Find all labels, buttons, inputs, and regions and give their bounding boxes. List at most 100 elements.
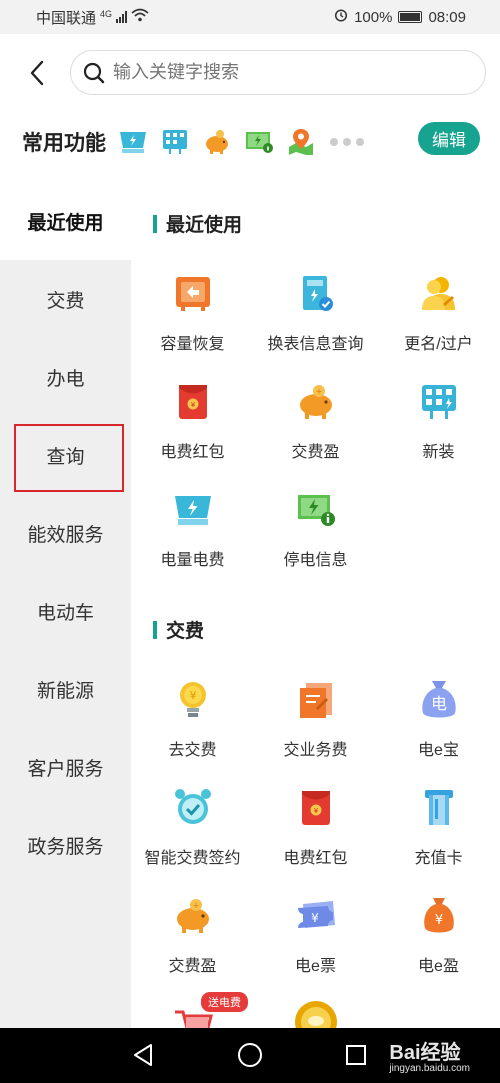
clock: 08:09 [428,8,466,26]
lightbulb-icon: ¥ [169,676,217,724]
svg-text:电: 电 [430,694,446,713]
sidebar-item-customer-service[interactable]: 客户服务 [0,728,131,806]
coin-bag-icon: ¥ [415,892,463,940]
map-pin-icon[interactable] [284,125,318,159]
status-left: 中国联通 4G [36,7,149,28]
tile-coin[interactable] [254,992,377,1028]
category-sidebar: 最近使用 交费 办电 查询 能效服务 电动车 新能源 客户服务 政务服务 [0,182,131,1028]
edit-button[interactable]: 编辑 [418,122,480,155]
tile-label: 去交费 [168,742,217,759]
tile-label: 充值卡 [414,850,463,867]
tile-outage-info[interactable]: 停电信息 [254,480,377,588]
watermark-url: jingyan.baidu.com [389,1063,470,1074]
common-functions-bar: 常用功能 编辑 [0,112,500,172]
tile-label: 换表信息查询 [267,336,364,353]
tile-label: 交费盈 [168,958,217,975]
search-input[interactable] [113,62,413,83]
tile-new-install[interactable]: 新装 [377,372,500,480]
gift-badge: 送电费 [201,992,248,1012]
tile-label: 新装 [422,444,455,461]
network-type: 4G [100,9,113,19]
tile-payment-earn[interactable]: + 交费盈 [254,372,377,480]
nav-back-button[interactable] [128,1040,158,1070]
chevron-left-icon [30,60,44,86]
tile-recharge-card[interactable]: 充值卡 [377,778,500,886]
tile-e-bao[interactable]: 电 电e宝 [377,670,500,778]
wifi-icon [131,8,149,26]
section-title-recent: 最近使用 [153,210,242,237]
battery-percent: 100% [354,8,393,26]
tile-label: 停电信息 [283,552,348,569]
svg-text:¥: ¥ [311,911,319,925]
more-dots-icon [330,138,364,146]
red-envelope-icon: ¥ [169,378,217,426]
search-icon [83,62,105,83]
new-install-icon [415,378,463,426]
sidebar-item-apply[interactable]: 办电 [0,338,131,416]
tile-e-ying[interactable]: ¥ 电e盈 [377,886,500,994]
tile-capacity-restore[interactable]: 容量恢复 [131,264,254,372]
new-install-icon[interactable] [158,125,192,159]
tile-red-envelope-2[interactable]: ¥ 电费红包 [254,778,377,886]
nav-home-button[interactable] [235,1040,265,1070]
svg-text:¥: ¥ [189,689,196,702]
business-fee-icon [292,676,340,724]
signal-icon [116,11,128,23]
triangle-back-icon [134,1044,152,1066]
piggy-bank-icon[interactable] [200,125,234,159]
tile-label: 交费盈 [291,444,340,461]
tile-power-fee[interactable]: 电量电费 [131,480,254,588]
power-meter-icon[interactable] [116,125,150,159]
tile-label: 容量恢复 [160,336,225,353]
meter-query-icon [292,270,340,318]
square-recents-icon [346,1045,366,1065]
svg-text:+: + [192,901,199,910]
outage-info-icon[interactable] [242,125,276,159]
common-functions-title: 常用功能 [22,132,106,155]
ticket-icon: ¥ [292,892,340,940]
tile-label: 电e盈 [418,958,459,975]
sidebar-item-query[interactable]: 查询 [0,416,131,494]
tile-label: 电量电费 [160,552,225,569]
nav-recents-button[interactable] [341,1040,371,1070]
recharge-card-icon [415,784,463,832]
sidebar-item-ev[interactable]: 电动车 [0,572,131,650]
capacity-restore-icon [169,270,217,318]
tile-e-ticket[interactable]: ¥ 电e票 [254,886,377,994]
alarm-icon [334,8,348,26]
tile-rename-transfer[interactable]: 更名/过户 [377,264,500,372]
baidu-watermark: Bai经验 jingyan.baidu.com [389,1036,470,1074]
sidebar-item-payment[interactable]: 交费 [0,260,131,338]
status-right: 100% 08:09 [334,8,466,26]
svg-text:¥: ¥ [313,807,318,815]
alarm-clock-icon [169,784,217,832]
section-title-payment: 交费 [153,616,204,643]
tile-go-pay[interactable]: ¥ 去交费 [131,670,254,778]
tile-smart-pay-sign[interactable]: 智能交费签约 [131,778,254,886]
header [0,34,500,112]
tile-business-fee[interactable]: 交业务费 [254,670,377,778]
svg-text:¥: ¥ [434,913,442,928]
tile-label: 交业务费 [283,742,348,759]
tile-label: 电e票 [295,958,336,975]
sidebar-item-new-energy[interactable]: 新能源 [0,650,131,728]
outage-info-icon [292,486,340,534]
tile-payment-earn-2[interactable]: + 交费盈 [131,886,254,994]
piggy-bank-icon: + [169,892,217,940]
common-icons [116,125,364,159]
rename-transfer-icon [415,270,463,318]
search-box[interactable] [70,50,486,95]
sidebar-item-government[interactable]: 政务服务 [0,806,131,884]
tile-meter-query[interactable]: 换表信息查询 [254,264,377,372]
tile-label: 电e宝 [418,742,459,759]
svg-text:+: + [315,387,322,396]
power-meter-icon [169,486,217,534]
battery-icon [398,11,423,23]
sidebar-item-efficiency[interactable]: 能效服务 [0,494,131,572]
sidebar-item-recent[interactable]: 最近使用 [0,182,131,260]
tile-label: 电费红包 [283,850,348,867]
circle-home-icon [238,1043,262,1067]
tile-red-envelope[interactable]: ¥ 电费红包 [131,372,254,480]
back-button[interactable] [22,56,52,90]
tile-shop-cart[interactable]: 送电费 [131,992,254,1028]
